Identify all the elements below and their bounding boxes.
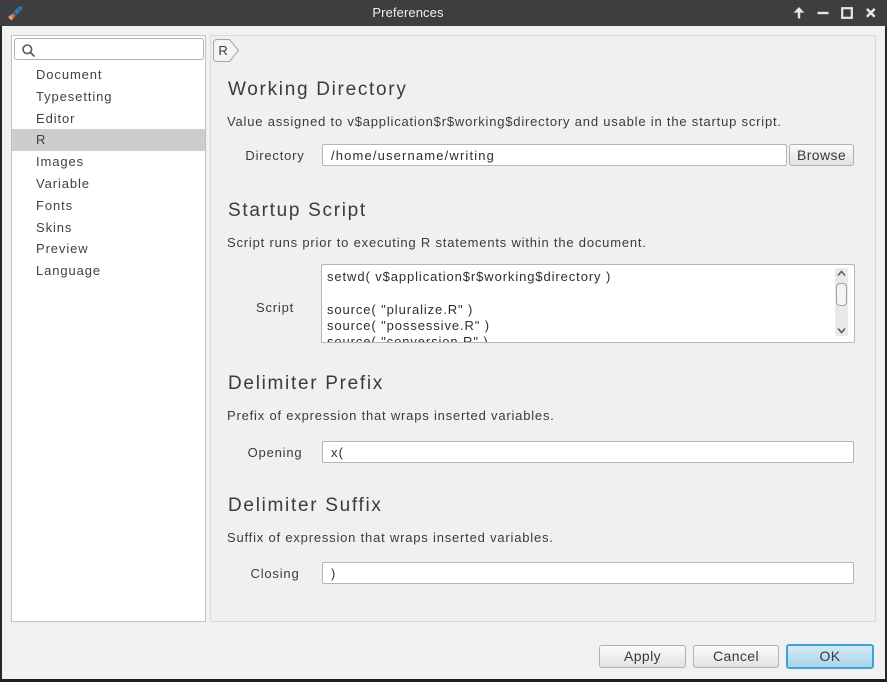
svg-text:R: R [218, 43, 228, 58]
